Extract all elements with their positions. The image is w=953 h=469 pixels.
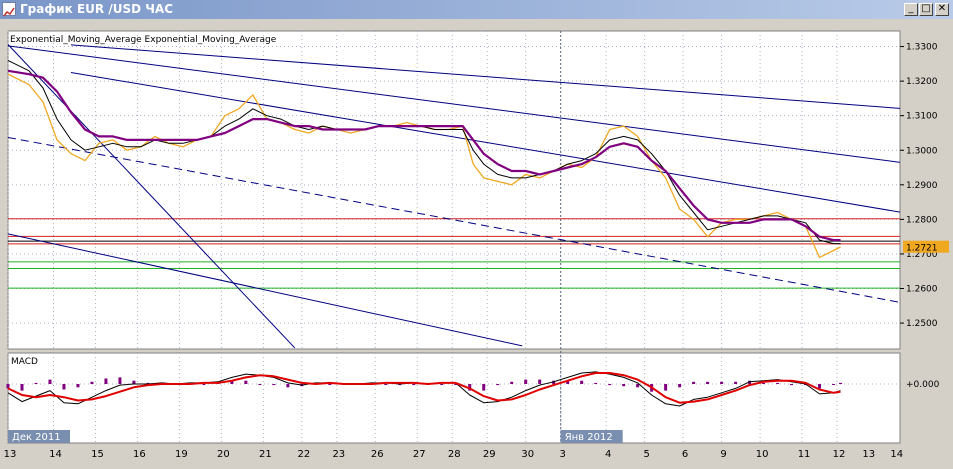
time-tick-label: 13 <box>862 449 875 460</box>
macd-histogram-bar <box>202 384 206 385</box>
macd-histogram-bar <box>118 377 122 384</box>
time-tick-label: 13 <box>4 449 17 460</box>
macd-histogram-bar <box>6 384 10 389</box>
macd-histogram-bar <box>706 381 710 384</box>
macd-histogram-bar <box>412 384 416 385</box>
maximize-button[interactable]: □ <box>919 3 933 16</box>
macd-histogram-bar <box>664 384 668 391</box>
time-tick-label: 27 <box>413 449 426 460</box>
macd-histogram-bar <box>48 379 52 384</box>
macd-histogram-bar <box>440 384 444 385</box>
macd-histogram-bar <box>608 384 612 386</box>
macd-histogram-bar <box>76 384 80 388</box>
time-tick-label: 28 <box>448 449 461 460</box>
chart-window: График EUR /USD ЧАС _ □ ✕ 1.3300 1.3200 1.… <box>0 0 953 469</box>
time-tick-label: 14 <box>890 449 903 460</box>
time-tick-label: 15 <box>91 449 104 460</box>
macd-histogram-bar <box>720 381 724 384</box>
window-title: График EUR /USD ЧАС <box>20 2 174 16</box>
time-tick-label: 23 <box>332 449 345 460</box>
chart-canvas: 1.3300 1.3200 1.3100 1.3000 1.2900 1.2800 1.27… <box>4 30 949 460</box>
period-label: Дек 2011 <box>12 432 61 443</box>
macd-histogram-bar <box>580 380 584 384</box>
time-tick-label: 14 <box>49 449 62 460</box>
chart-app-icon <box>2 2 16 17</box>
macd-histogram-bar <box>482 384 486 391</box>
macd-title: MACD <box>11 357 38 367</box>
time-tick-label: 26 <box>371 449 384 460</box>
time-tick-label: 16 <box>133 449 146 460</box>
macd-histogram-bar <box>832 384 836 385</box>
macd-histogram-bar <box>538 379 542 384</box>
price-tick-label: 1.2900 <box>906 181 938 191</box>
macd-histogram-bar <box>790 384 794 386</box>
time-tick-label: 30 <box>521 449 534 460</box>
price-tick-label: 1.2800 <box>906 215 938 225</box>
time-tick-label: 21 <box>259 449 272 460</box>
macd-histogram-bar <box>258 384 262 385</box>
time-tick-label: 4 <box>605 449 611 460</box>
price-tick-label: 1.2500 <box>906 319 938 329</box>
close-button[interactable]: ✕ <box>935 3 949 16</box>
macd-panel <box>7 352 901 444</box>
macd-histogram-bar <box>90 381 94 384</box>
macd-histogram-bar <box>734 381 738 384</box>
macd-histogram-bar <box>62 384 66 390</box>
price-tick-label: 1.3300 <box>906 43 938 53</box>
macd-histogram-bar <box>244 380 248 384</box>
macd-histogram-bar <box>594 382 598 384</box>
minimize-button[interactable]: _ <box>904 3 918 16</box>
macd-histogram-bar <box>328 384 332 385</box>
macd-histogram-bar <box>510 381 514 384</box>
macd-histogram-bar <box>384 384 388 385</box>
time-tick-label: 29 <box>483 449 496 460</box>
time-tick-label: 5 <box>643 449 649 460</box>
price-tick-label: 1.3200 <box>906 77 938 87</box>
macd-histogram-bar <box>692 381 696 384</box>
macd-histogram-bar <box>496 384 500 386</box>
time-tick-label: 10 <box>756 449 769 460</box>
ema-legend: Exponential_Moving_Average Exponential_M… <box>10 35 277 45</box>
time-tick-label: 3 <box>560 449 566 460</box>
time-tick-label: 20 <box>217 449 230 460</box>
period-label: Янв 2012 <box>565 432 613 443</box>
macd-histogram-bar <box>839 382 843 384</box>
time-tick-label: 6 <box>682 449 688 460</box>
time-tick-label: 19 <box>175 449 188 460</box>
price-tick-label: 1.3000 <box>906 146 938 156</box>
price-tick-label: 1.3100 <box>906 112 938 122</box>
time-tick-label: 11 <box>798 449 811 460</box>
macd-histogram-bar <box>678 384 682 388</box>
macd-histogram-bar <box>622 384 626 387</box>
macd-histogram-bar <box>34 382 38 384</box>
time-tick-label: 12 <box>833 449 846 460</box>
macd-histogram-bar <box>524 379 528 384</box>
macd-histogram-bar <box>286 384 290 388</box>
macd-histogram-bar <box>104 378 108 384</box>
time-tick-label: 22 <box>297 449 310 460</box>
macd-histogram-bar <box>776 382 780 384</box>
macd-tick-label: +0.000 <box>906 380 940 390</box>
macd-histogram-bar <box>818 384 822 389</box>
macd-histogram-bar <box>20 384 24 391</box>
macd-histogram-bar <box>272 384 276 386</box>
current-price-label: 1.2721 <box>906 244 938 254</box>
price-tick-label: 1.2600 <box>906 285 938 295</box>
title-bar[interactable]: График EUR /USD ЧАС _ □ ✕ <box>0 0 953 19</box>
time-tick-label: 9 <box>720 449 726 460</box>
